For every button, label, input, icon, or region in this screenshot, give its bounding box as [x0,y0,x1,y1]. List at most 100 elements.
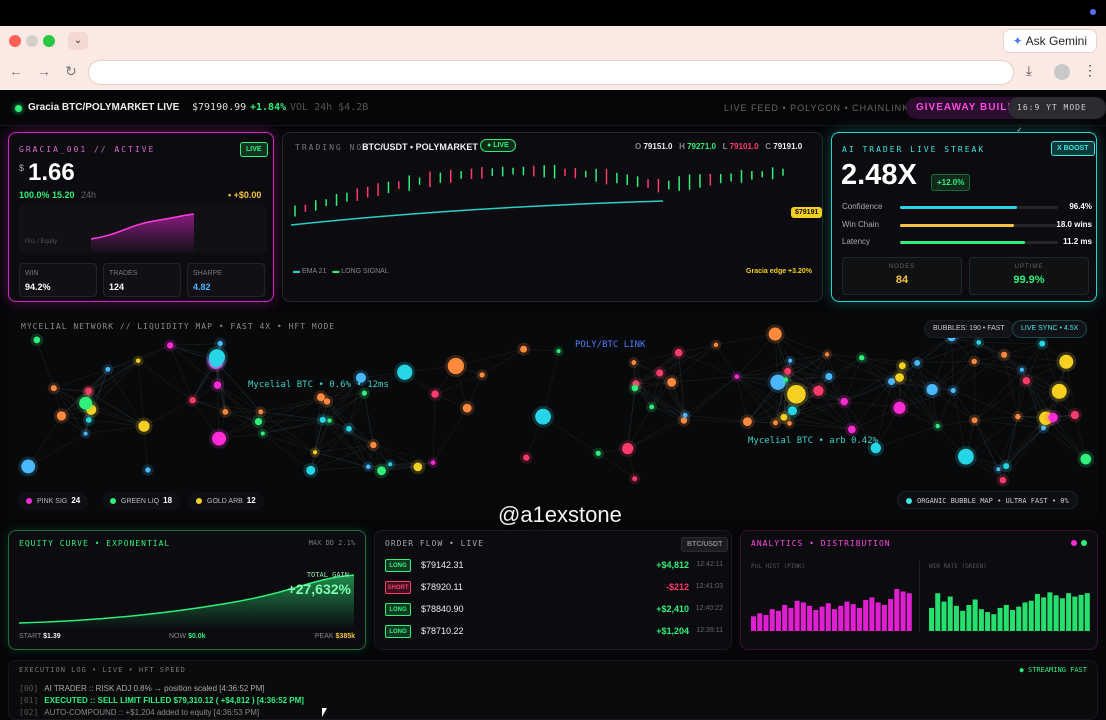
network-node [895,373,904,382]
chart-legend: ▬ EMA 21 ▬ LONG SIGNAL [293,268,389,275]
maximize-window-icon[interactable] [43,35,55,47]
win-rate-bar [953,605,959,631]
network-node [898,362,906,370]
trading-label: TRADING NOW [295,143,370,152]
network-node [209,354,223,368]
yt-mode-toggle[interactable]: 16:9 YT MODE ✓ [1008,97,1106,134]
network-node [413,462,423,472]
win-rate-bar [1059,598,1065,631]
network-node [213,381,222,389]
stat-win-label: WIN [25,270,39,277]
order-row[interactable]: LONG $79142.31 +$4,812 12:42:11 [385,558,725,574]
ai-label: AI TRADER LIVE STREAK [842,145,986,154]
network-node [713,342,719,348]
status-dot-icon [1090,9,1096,15]
close-window-icon[interactable] [9,35,21,47]
minimize-window-icon[interactable] [26,35,38,47]
order-side-badge: LONG [385,625,411,638]
network-node [926,383,938,396]
win-chain-fill [900,224,1014,227]
win-rate-bar [1034,594,1040,631]
network-node [462,403,472,413]
network-link [36,339,55,389]
ask-gemini-button[interactable]: ✦ Ask Gemini [1003,30,1096,52]
win-rate-bar [1078,594,1084,631]
order-row[interactable]: LONG $78840.90 +$2,410 12:40:22 [385,602,725,618]
network-link [678,352,737,377]
win-rate-bar [997,607,1003,631]
order-row[interactable]: LONG $78710.22 +$1,204 12:39:11 [385,624,725,640]
ema-legend-icon: ▬ [293,268,300,275]
network-graph [18,324,1095,487]
win-rate-bar [1066,593,1072,631]
pink-dot-icon [26,498,32,505]
win-rate-bar [1010,610,1016,631]
network-link [310,420,330,471]
pnl-hist-bar [875,602,881,631]
network-node [632,476,638,482]
order-price: $79142.31 [421,560,464,570]
network-node [1015,413,1021,420]
confidence-row: Confidence 96.4% [842,202,1092,214]
agent-label: GRACIA_001 // ACTIVE [19,145,156,154]
win-rate-bar [1003,604,1009,631]
network-node [306,465,316,475]
confidence-track [900,206,1058,209]
order-row[interactable]: SHORT $78920.11 -$212 12:41:03 [385,580,725,596]
network-link [137,360,145,427]
win-chain-label: Win Chain [842,220,879,229]
pnl-hist-bar [844,601,850,631]
latency-label: Latency [842,237,871,246]
win-chain-row: Win Chain 18.0 wins [842,220,1092,232]
total-gain-label: TOTAL GAIN [306,571,349,579]
profile-avatar[interactable] [1054,64,1070,80]
network-node [667,377,677,387]
stat-trades-value: 124 [109,282,125,292]
address-bar[interactable] [88,60,1014,85]
network-node [999,476,1007,484]
win-rate-bar [972,599,978,631]
pnl-hist-bar [769,609,775,631]
pnl-hist-bar [856,607,862,631]
network-link [937,390,954,427]
order-price: $78920.11 [421,582,463,592]
nodes-tile: NODES 84 [842,257,962,295]
network-link [951,336,954,391]
back-arrow-icon[interactable]: ← [8,63,24,79]
network-node [1048,412,1058,423]
network-link [634,387,685,421]
stat-sharpe: SHARPE 4.82 [187,263,265,297]
network-node [935,423,940,429]
latency-track [900,241,1058,244]
network-node [788,358,793,363]
win-rate-bar [1028,600,1034,631]
network-node [780,413,788,421]
now-value: $0.0k [188,633,206,640]
forward-arrow-icon[interactable]: → [36,63,52,79]
network-node [787,384,806,404]
order-price: $78840.90 [421,604,464,614]
win-rate-bar [1016,606,1022,631]
order-price: $78710.22 [421,626,464,636]
agent-pnl-delta: • +$0.00 [228,190,262,200]
network-node [50,385,57,392]
network-node [840,397,848,406]
kebab-menu-icon[interactable]: ⋮ [1083,62,1097,79]
chevron-down-icon[interactable]: ⌄ [68,32,88,50]
legend-gold-value: 12 [246,496,256,505]
pnl-hist-bar [757,613,763,631]
trading-live-badge: ● LIVE [480,139,516,152]
network-node [682,412,688,418]
pnl-hist-bar [813,610,819,631]
reload-icon[interactable]: ↻ [63,63,79,80]
download-icon[interactable]: ⤓ [1026,63,1032,79]
network-node [346,425,352,432]
live-sync-pill[interactable]: LIVE SYNC • 4.5X [1012,320,1088,338]
network-node [447,357,464,375]
legend-pink: PINK SIG 24 [18,492,89,510]
peak-label: PEAK [314,633,334,640]
network-node [217,340,223,347]
sparkle-icon: ✦ [1012,34,1023,48]
network-node [772,420,779,426]
network-node [742,417,752,427]
